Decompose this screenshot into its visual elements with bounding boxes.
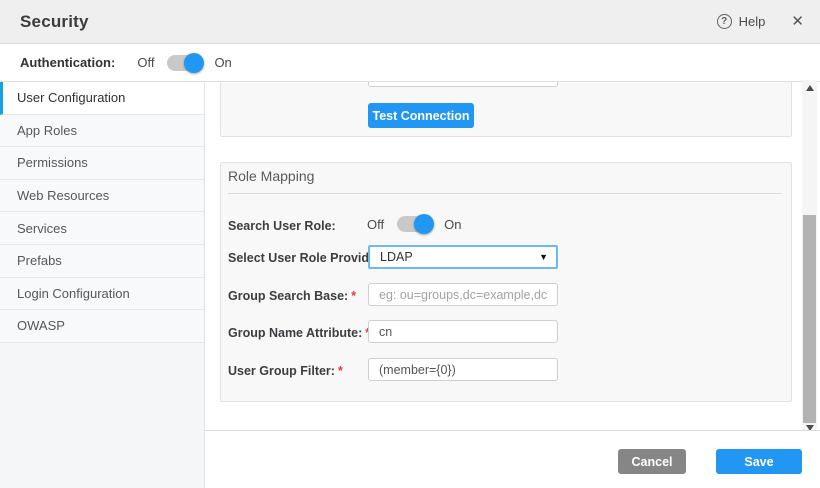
ldap-config-input-partial[interactable]: [368, 82, 558, 87]
main-content: Test Connection Role Mapping Search User…: [205, 82, 820, 430]
security-dialog: Security ? Help ✕ Authentication: Off On…: [0, 0, 820, 488]
sidebar-item-prefabs[interactable]: Prefabs: [0, 245, 204, 278]
authentication-on-label: On: [214, 55, 231, 70]
group-name-attribute-label-text: Group Name Attribute:: [228, 326, 362, 340]
group-search-base-label-text: Group Search Base:: [228, 289, 348, 303]
test-connection-button[interactable]: Test Connection: [368, 103, 474, 128]
page-title: Security: [20, 12, 89, 32]
authentication-toggle[interactable]: [167, 55, 201, 71]
toggle-knob: [414, 214, 434, 234]
sidebar-item-services[interactable]: Services: [0, 212, 204, 245]
user-group-filter-label: User Group Filter:*: [228, 363, 343, 379]
settings-sidebar: User Configuration App Roles Permissions…: [0, 82, 205, 488]
authentication-toggle-group: Off On: [137, 55, 231, 71]
role-mapping-title: Role Mapping: [228, 168, 314, 184]
dialog-footer: Cancel Save: [205, 430, 820, 488]
user-role-provider-value: LDAP: [380, 250, 413, 264]
required-asterisk: *: [338, 364, 343, 378]
sidebar-item-owasp[interactable]: OWASP: [0, 310, 204, 343]
group-name-attribute-input[interactable]: [368, 320, 558, 343]
group-search-base-input[interactable]: [368, 283, 558, 306]
required-asterisk: *: [351, 289, 356, 303]
help-button[interactable]: ? Help: [717, 14, 766, 29]
toggle-knob: [184, 53, 204, 73]
save-button[interactable]: Save: [716, 449, 802, 474]
group-search-base-label: Group Search Base:*: [228, 288, 356, 304]
authentication-off-label: Off: [137, 55, 154, 70]
sidebar-item-web-resources[interactable]: Web Resources: [0, 180, 204, 213]
sidebar-item-permissions[interactable]: Permissions: [0, 147, 204, 180]
sidebar-item-login-configuration[interactable]: Login Configuration: [0, 278, 204, 311]
close-icon[interactable]: ✕: [791, 14, 804, 29]
vertical-scrollbar[interactable]: [802, 80, 817, 436]
authentication-row: Authentication: Off On: [0, 44, 820, 82]
footer-buttons: Cancel Save: [618, 449, 802, 474]
user-group-filter-input[interactable]: [368, 358, 558, 381]
scroll-up-icon[interactable]: [806, 85, 814, 91]
search-user-role-toggle-group: Off On: [367, 216, 461, 232]
user-role-provider-label: Select User Role Provider:: [228, 250, 385, 266]
search-user-role-label: Search User Role:: [228, 218, 336, 234]
user-group-filter-label-text: User Group Filter:: [228, 364, 335, 378]
dialog-header: Security ? Help ✕: [0, 0, 820, 44]
cancel-button[interactable]: Cancel: [618, 449, 686, 474]
search-user-role-on-label: On: [444, 217, 461, 232]
sidebar-item-user-configuration[interactable]: User Configuration: [0, 82, 204, 115]
role-mapping-divider: [228, 193, 782, 194]
user-role-provider-select[interactable]: LDAP ▼: [368, 245, 558, 269]
sidebar-item-app-roles[interactable]: App Roles: [0, 115, 204, 148]
scrollbar-thumb[interactable]: [803, 215, 816, 423]
authentication-label: Authentication:: [20, 55, 115, 70]
provider-settings-card: [220, 82, 792, 137]
help-label: Help: [739, 14, 766, 29]
help-question-icon: ?: [717, 14, 732, 29]
group-name-attribute-label: Group Name Attribute:*: [228, 325, 370, 341]
search-user-role-off-label: Off: [367, 217, 384, 232]
search-user-role-toggle[interactable]: [397, 216, 431, 232]
user-role-provider-label-text: Select User Role Provider:: [228, 251, 385, 265]
dropdown-caret-icon: ▼: [539, 252, 548, 262]
search-user-role-label-text: Search User Role:: [228, 219, 336, 233]
